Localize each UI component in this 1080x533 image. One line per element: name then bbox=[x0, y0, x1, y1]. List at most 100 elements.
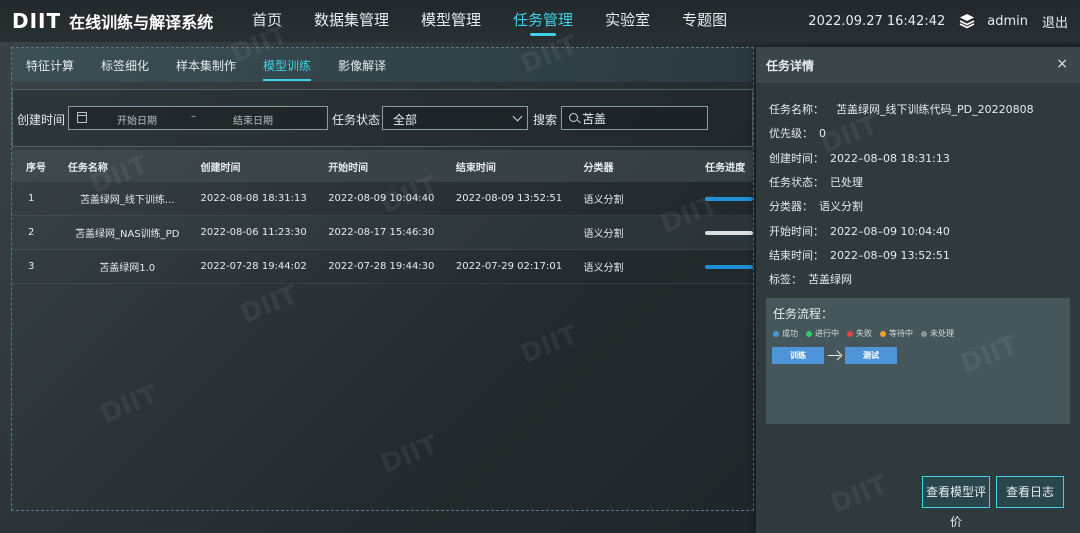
logout-link[interactable]: 退出 bbox=[1042, 12, 1068, 31]
detail-field-created: 创建时间： 2022–08–08 18:31:13 bbox=[769, 150, 950, 166]
field-key: 结束时间： bbox=[769, 249, 824, 262]
nav-item-datasets[interactable]: 数据集管理 bbox=[312, 0, 391, 42]
field-value: 苫盖绿网_线下训练代码_PD_20220808 bbox=[836, 103, 1034, 116]
flow-title: 任务流程： bbox=[773, 307, 834, 321]
main-panel: 特征计算 标签细化 样本集制作 模型训练 影像解译 创建时间 开始日期 – 结束… bbox=[11, 47, 754, 511]
view-log-button[interactable]: 查看日志 bbox=[996, 476, 1064, 508]
legend-label: 失败 bbox=[856, 329, 872, 338]
start-date-placeholder[interactable]: 开始日期 bbox=[117, 112, 157, 127]
tab-feature-calc[interactable]: 特征计算 bbox=[26, 57, 74, 74]
task-table: 序号 任务名称 创建时间 开始时间 结束时间 分类器 任务进度 1 苫盖绿网_线… bbox=[12, 150, 754, 284]
row-classifier: 语义分割 bbox=[583, 229, 624, 240]
legend-success: 成功 bbox=[773, 328, 798, 339]
tab-model-training[interactable]: 模型训练 bbox=[263, 57, 312, 81]
row-created-time: 2022-08-08 18:31:13 bbox=[200, 193, 307, 204]
field-value: 已处理 bbox=[830, 176, 863, 189]
date-range-separator: – bbox=[191, 111, 196, 122]
field-key: 任务名称： bbox=[769, 103, 824, 116]
field-value: 0 bbox=[819, 127, 826, 140]
close-icon[interactable]: × bbox=[1056, 56, 1068, 72]
detail-field-tag: 标签： 苫盖绿网 bbox=[769, 271, 852, 287]
app-title: 在线训练与解译系统 bbox=[69, 13, 214, 32]
row-task-name[interactable]: 苫盖绿网1.0 bbox=[62, 259, 193, 274]
legend-waiting: 等待中 bbox=[880, 328, 913, 339]
table-row[interactable]: 1 苫盖绿网_线下训练... 2022-08-08 18:31:13 2022-… bbox=[12, 182, 754, 216]
row-task-name[interactable]: 苫盖绿网_线下训练... bbox=[62, 191, 193, 206]
calendar-icon bbox=[77, 112, 87, 123]
nav-item-tasks[interactable]: 任务管理 bbox=[511, 0, 575, 42]
task-status-select[interactable]: 全部 bbox=[382, 106, 528, 130]
task-detail-panel: 任务详情 × 任务名称： 苫盖绿网_线下训练代码_PD_20220808 优先级：… bbox=[756, 47, 1080, 533]
search-input[interactable] bbox=[582, 109, 702, 127]
date-range-picker[interactable]: 开始日期 – 结束日期 bbox=[68, 106, 328, 130]
legend-label: 等待中 bbox=[889, 329, 913, 338]
tab-image-interpretation[interactable]: 影像解译 bbox=[338, 57, 386, 74]
tab-label-refine[interactable]: 标签细化 bbox=[101, 57, 149, 74]
nav-item-models[interactable]: 模型管理 bbox=[419, 0, 483, 42]
status-dot bbox=[847, 330, 853, 337]
row-progress bbox=[703, 264, 754, 269]
legend-failed: 失败 bbox=[847, 328, 872, 339]
detail-field-classifier: 分类器： 语义分割 bbox=[769, 198, 863, 214]
row-created-time: 2022-07-28 19:44:02 bbox=[200, 261, 307, 272]
view-model-eval-button[interactable]: 查看模型评价 bbox=[922, 476, 990, 529]
row-created-time: 2022-08-06 11:23:30 bbox=[200, 227, 307, 238]
nav-item-home[interactable]: 首页 bbox=[250, 0, 284, 42]
field-key: 标签： bbox=[769, 273, 802, 286]
status-dot bbox=[806, 330, 812, 337]
header-datetime: 2022.09.27 16:42:42 bbox=[808, 13, 946, 29]
arrow-right-icon bbox=[828, 355, 840, 356]
row-progress bbox=[703, 196, 754, 201]
status-dot bbox=[773, 330, 779, 337]
search-icon bbox=[569, 113, 578, 122]
layers-icon[interactable] bbox=[959, 13, 975, 29]
row-index: 2 bbox=[28, 227, 35, 238]
tab-sample-set[interactable]: 样本集制作 bbox=[176, 57, 236, 74]
row-end-time: 2022-07-29 02:17:01 bbox=[455, 261, 563, 272]
legend-running: 进行中 bbox=[806, 328, 839, 339]
row-classifier: 语义分割 bbox=[583, 195, 624, 206]
row-index: 1 bbox=[28, 193, 35, 204]
sub-tabs: 特征计算 标签细化 样本集制作 模型训练 影像解译 bbox=[12, 48, 753, 82]
field-key: 创建时间： bbox=[769, 152, 824, 165]
flow-step-train[interactable]: 训练 bbox=[772, 347, 824, 364]
row-start-time: 2022-08-17 15:46:30 bbox=[328, 227, 435, 238]
nav-item-lab[interactable]: 实验室 bbox=[603, 0, 652, 42]
task-status-label: 任务状态 bbox=[332, 113, 381, 127]
user-name[interactable]: admin bbox=[987, 14, 1028, 29]
main-nav: 首页 数据集管理 模型管理 任务管理 实验室 专题图 bbox=[250, 0, 757, 42]
legend-label: 成功 bbox=[782, 329, 798, 338]
field-key: 优先级： bbox=[769, 127, 813, 140]
chevron-down-icon bbox=[512, 111, 523, 122]
table-row[interactable]: 2 苫盖绿网_NAS训练_PD 2022-08-06 11:23:30 2022… bbox=[12, 216, 754, 250]
task-status-value: 全部 bbox=[393, 113, 418, 127]
nav-item-thematic-maps[interactable]: 专题图 bbox=[680, 0, 729, 42]
detail-field-start: 开始时间： 2022–08–09 10:04:40 bbox=[769, 223, 950, 239]
row-task-name[interactable]: 苫盖绿网_NAS训练_PD bbox=[62, 225, 193, 240]
flow-step-test[interactable]: 测试 bbox=[845, 347, 897, 364]
end-date-placeholder[interactable]: 结束日期 bbox=[233, 112, 273, 127]
col-header-name: 任务名称 bbox=[67, 162, 108, 174]
table-header: 序号 任务名称 创建时间 开始时间 结束时间 分类器 任务进度 bbox=[12, 150, 753, 182]
progress-bar bbox=[705, 196, 754, 201]
col-header-start: 开始时间 bbox=[328, 162, 369, 174]
search-box[interactable] bbox=[561, 106, 708, 130]
field-value: 2022–08–08 18:31:13 bbox=[830, 152, 950, 165]
progress-bar bbox=[705, 264, 754, 269]
field-key: 开始时间： bbox=[769, 225, 824, 238]
progress-bar bbox=[705, 230, 754, 235]
field-key: 任务状态： bbox=[769, 176, 824, 189]
field-value: 语义分割 bbox=[819, 200, 863, 213]
col-header-end: 结束时间 bbox=[455, 162, 496, 174]
row-start-time: 2022-07-28 19:44:30 bbox=[328, 261, 435, 272]
table-row[interactable]: 3 苫盖绿网1.0 2022-07-28 19:44:02 2022-07-28… bbox=[12, 250, 754, 284]
field-value: 苫盖绿网 bbox=[808, 273, 852, 286]
detail-field-end: 结束时间： 2022–08–09 13:52:51 bbox=[769, 247, 950, 263]
field-value: 2022–08–09 13:52:51 bbox=[830, 249, 950, 262]
search-label: 搜索 bbox=[533, 113, 558, 127]
row-end-time: 2022-08-09 13:52:51 bbox=[455, 193, 563, 204]
field-key: 分类器： bbox=[769, 200, 813, 213]
task-flow-box: 任务流程： 成功 进行中 失败 等待中 未处理 训练 测试 bbox=[766, 298, 1070, 424]
row-classifier: 语义分割 bbox=[583, 263, 624, 274]
top-nav-bar: DIIT 在线训练与解译系统 首页 数据集管理 模型管理 任务管理 实验室 专题… bbox=[0, 0, 1080, 42]
